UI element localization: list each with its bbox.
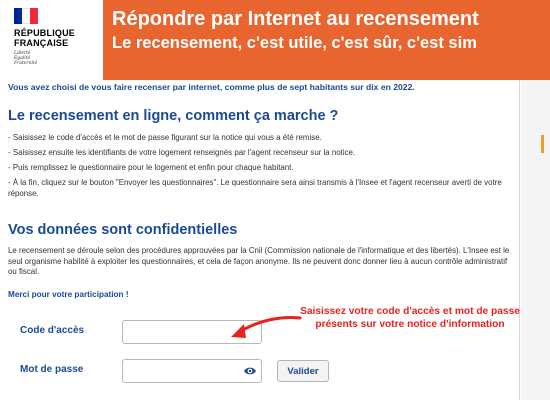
- side-panel: [521, 80, 550, 400]
- step-4: - À la fin, cliquez sur le bouton "Envoy…: [8, 178, 502, 198]
- side-panel-marker: [541, 135, 544, 153]
- logo-motto: Liberté Égalité Fraternité: [14, 51, 37, 66]
- republique-francaise-logo: RÉPUBLIQUE FRANÇAISE Liberté Égalité Fra…: [0, 0, 103, 80]
- thanks-text: Merci pour votre participation !: [8, 290, 129, 299]
- header-banner: RÉPUBLIQUE FRANÇAISE Liberté Égalité Fra…: [0, 0, 550, 80]
- logo-line-1: RÉPUBLIQUE: [14, 28, 76, 38]
- access-code-label: Code d'accès: [20, 325, 85, 336]
- confidentiality-text: Le recensement se déroule selon des proc…: [8, 246, 510, 276]
- page-title: Répondre par Internet au recensement: [112, 8, 479, 30]
- page-subtitle: Le recensement, c'est utile, c'est sûr, …: [112, 34, 477, 52]
- motto-fraternite: Fraternité: [14, 61, 38, 66]
- validate-button[interactable]: Valider: [277, 360, 329, 382]
- confidentiality-heading: Vos données sont confidentielles: [8, 222, 238, 238]
- how-it-works-heading: Le recensement en ligne, comment ça marc…: [8, 108, 339, 124]
- step-3: - Puis remplissez le questionnaire pour …: [8, 163, 294, 172]
- step-2: - Saisissez ensuite les identifiants de …: [8, 148, 356, 157]
- eye-icon[interactable]: [243, 365, 257, 377]
- step-1: - Saisissez le code d'accès et le mot de…: [8, 133, 322, 142]
- content-panel: [0, 80, 520, 400]
- steps-list: - Saisissez le code d'accès et le mot de…: [8, 132, 513, 203]
- logo-line-2: FRANÇAISE: [14, 38, 69, 48]
- annotation-callout: Saisissez votre code d'accès et mot de p…: [300, 306, 520, 330]
- password-input[interactable]: [122, 359, 262, 383]
- intro-text: Vous avez choisi de vous faire recenser …: [8, 82, 415, 92]
- french-flag-icon: [14, 8, 38, 24]
- password-label: Mot de passe: [20, 364, 84, 375]
